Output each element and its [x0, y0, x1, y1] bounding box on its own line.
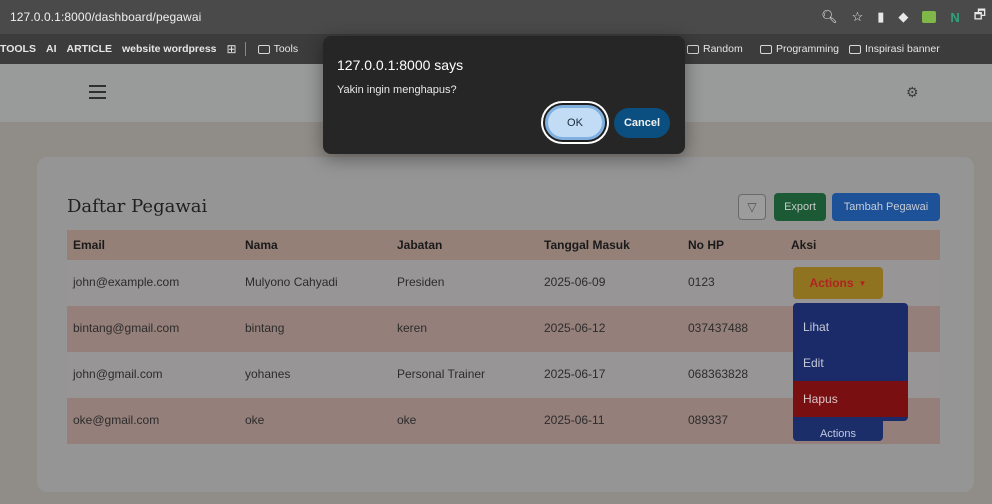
filter-icon: ▽ — [747, 200, 757, 214]
zoom-icon[interactable]: 🔍︎ — [821, 9, 838, 25]
bookmark-article[interactable]: ARTICLE — [66, 43, 112, 55]
column-header-email: Email — [73, 238, 106, 252]
bookmark-folder-random[interactable]: Random — [687, 43, 743, 55]
column-header-jabatan: Jabatan — [397, 238, 443, 252]
dialog-title: 127.0.0.1:8000 says — [337, 57, 464, 73]
folder-icon — [687, 44, 699, 54]
bookmark-label: ARTICLE — [66, 43, 112, 55]
cell-no-hp: 068363828 — [688, 367, 749, 381]
cell-email: john@example.com — [73, 275, 180, 289]
bookmark-folder-programming[interactable]: Programming — [760, 43, 839, 55]
filter-button[interactable]: ▽ — [738, 194, 766, 220]
cell-no-hp: 0123 — [688, 275, 715, 289]
cell-tanggal: 2025-06-17 — [544, 367, 606, 381]
bookmark-label: Inspirasi banner — [865, 43, 940, 55]
cell-nama: Mulyono Cahyadi — [245, 275, 338, 289]
column-header-tanggal-masuk: Tanggal Masuk — [544, 238, 630, 252]
bookmark-label: website wordpress — [121, 43, 217, 55]
gear-icon[interactable]: ⚙ — [906, 84, 919, 101]
cancel-button[interactable]: Cancel — [614, 108, 670, 138]
actions-label: Actions — [819, 428, 857, 440]
folder-icon — [849, 44, 861, 54]
extension-layers-icon[interactable]: ◆ — [898, 9, 908, 25]
cell-email: oke@gmail.com — [73, 413, 160, 427]
cell-no-hp: 089337 — [688, 413, 729, 427]
add-employee-button[interactable]: Tambah Pegawai — [832, 193, 940, 221]
bookmark-label: AI — [45, 43, 57, 55]
folder-icon — [760, 44, 772, 54]
cell-jabatan: keren — [397, 321, 428, 335]
bookmark-folder-tools[interactable]: Tools — [257, 43, 299, 55]
cell-email: bintang@gmail.com — [73, 321, 180, 335]
cell-tanggal: 2025-06-12 — [544, 321, 606, 335]
cell-nama: oke — [245, 413, 265, 427]
cell-email: john@gmail.com — [73, 367, 163, 381]
column-header-nama: Nama — [245, 238, 278, 252]
bookmark-tools[interactable]: TOOLS — [0, 43, 36, 55]
table-header: Email Nama Jabatan Tanggal Masuk No HP A… — [67, 230, 940, 260]
url-text[interactable]: 127.0.0.1:8000/dashboard/pegawai — [0, 10, 201, 24]
column-header-aksi: Aksi — [791, 238, 817, 252]
bookmark-label: TOOLS — [0, 43, 36, 55]
bookmark-ai[interactable]: AI — [46, 43, 57, 55]
cell-jabatan: oke — [397, 413, 417, 427]
caret-down-icon: ▼ — [858, 278, 867, 288]
bookmark-label: Random — [703, 43, 743, 55]
actions-dropdown-menu: Lihat Edit Hapus — [793, 303, 908, 421]
cell-jabatan: Presiden — [397, 275, 445, 289]
column-header-no-hp: No HP — [688, 238, 724, 252]
actions-label: Actions — [809, 276, 854, 290]
cell-tanggal: 2025-06-11 — [544, 413, 605, 427]
bookmark-folder-inspirasi-banner[interactable]: Inspirasi banner — [849, 43, 940, 55]
extensions-overflow-icon[interactable]: 🗗︎ — [974, 6, 986, 28]
export-button[interactable]: Export — [774, 193, 826, 221]
ok-button[interactable]: OK — [545, 105, 605, 140]
bookmark-label: Programming — [776, 43, 840, 55]
extension-n-icon[interactable]: N — [950, 10, 959, 25]
browser-toolbar-icons: 🔍︎ ☆ ▮ ◆ N 🗗︎ — [821, 0, 992, 34]
bookmark-separator — [244, 42, 246, 56]
browser-address-bar[interactable]: 127.0.0.1:8000/dashboard/pegawai 🔍︎ ☆ ▮ … — [0, 0, 992, 34]
cell-nama: yohanes — [245, 367, 291, 381]
extension-green-icon[interactable] — [922, 11, 937, 23]
dropdown-item-lihat[interactable]: Lihat — [793, 309, 908, 345]
cell-no-hp: 037437488 — [688, 321, 749, 335]
page-title: Daftar Pegawai — [67, 196, 208, 217]
cell-jabatan: Personal Trainer — [397, 367, 486, 381]
dropdown-item-hapus[interactable]: Hapus — [793, 381, 908, 417]
star-icon[interactable]: ☆ — [852, 9, 864, 25]
extension-page-icon[interactable]: ▮ — [877, 9, 884, 25]
actions-dropdown-button[interactable]: Actions ▼ — [793, 267, 883, 299]
bookmark-label: Tools — [273, 43, 299, 55]
hamburger-menu-icon[interactable] — [89, 85, 106, 99]
cell-nama: bintang — [245, 321, 285, 335]
dropdown-item-edit[interactable]: Edit — [793, 345, 908, 381]
bookmark-website-wordpress[interactable]: website wordpress — [122, 43, 217, 55]
folder-icon — [257, 44, 270, 54]
apps-grid-icon[interactable]: ⊞ — [227, 42, 237, 56]
cell-tanggal: 2025-06-09 — [544, 275, 606, 289]
dialog-message: Yakin ingin menghapus? — [337, 84, 457, 96]
